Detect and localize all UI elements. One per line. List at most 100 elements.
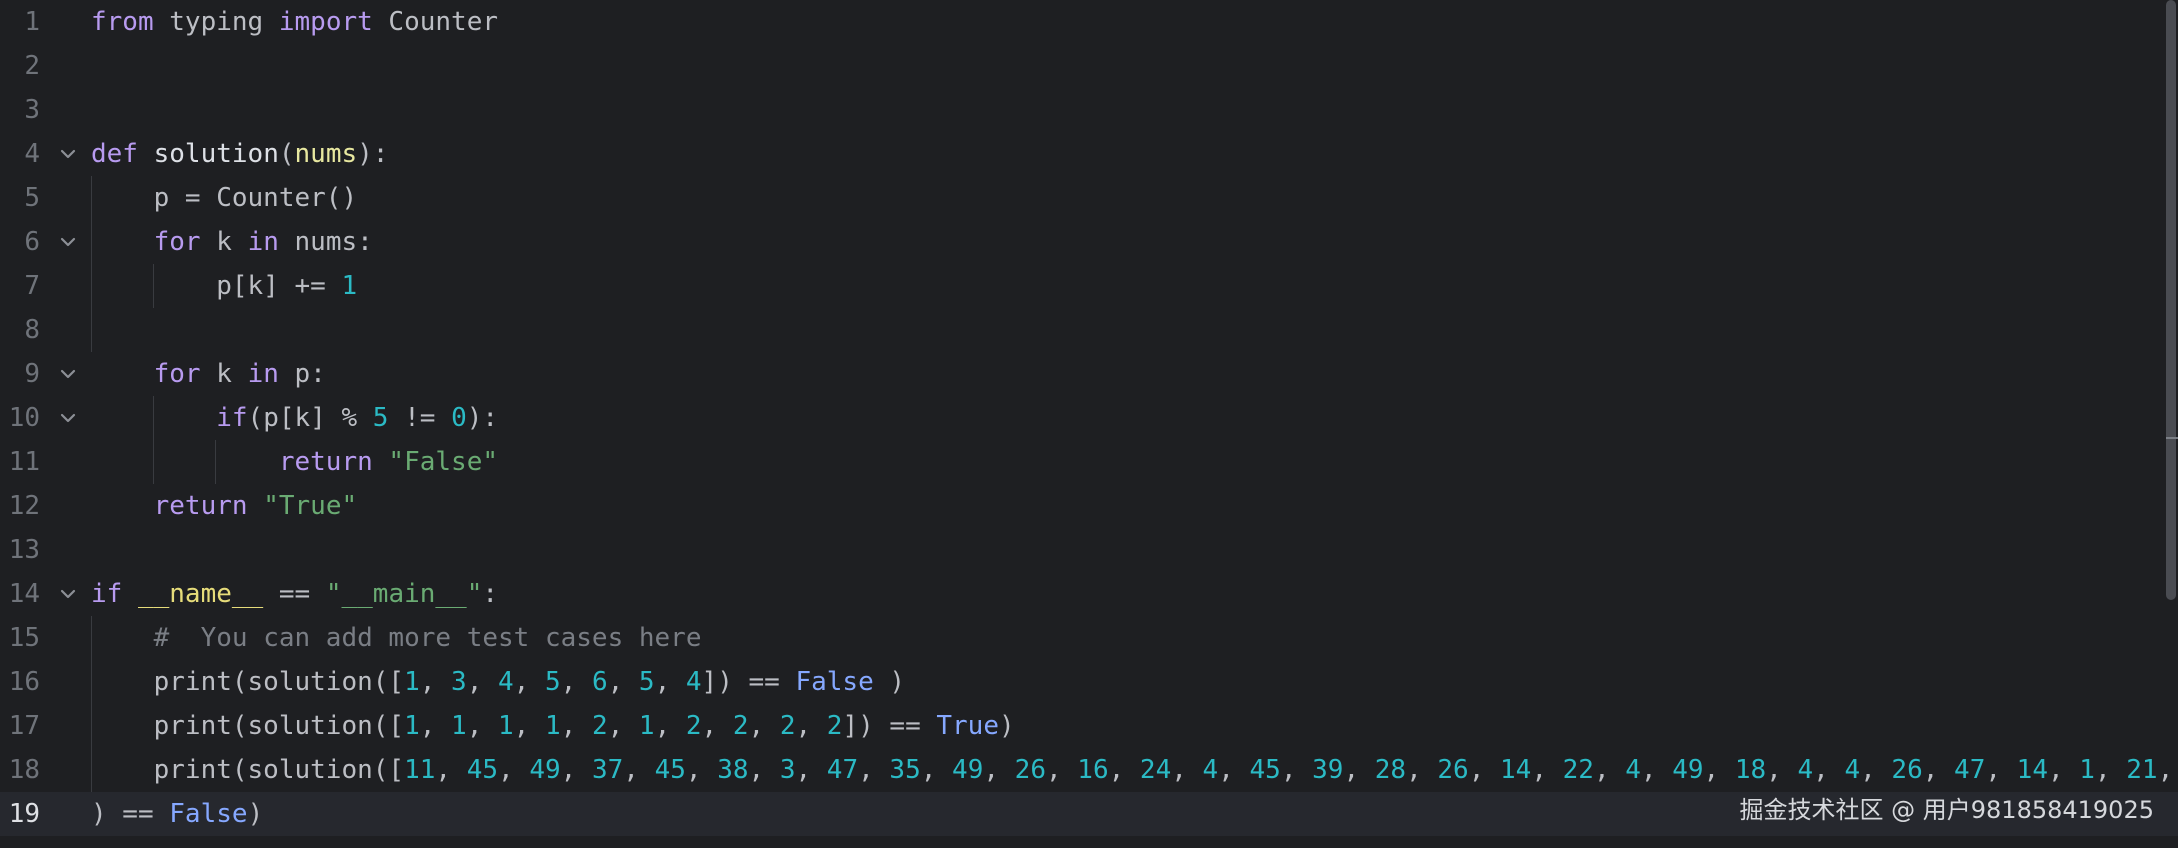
code-token: ) == <box>91 799 170 829</box>
code-token: 3 <box>451 667 467 697</box>
code-line[interactable]: 11 return "False" <box>0 440 2178 484</box>
code-token: ): <box>466 403 499 433</box>
code-token: , <box>513 667 545 697</box>
code-token: 14 <box>2016 755 2048 785</box>
code-line[interactable]: 15 # You can add more test cases here <box>0 616 2178 660</box>
code-token: False <box>169 799 248 829</box>
code-token: ]) == <box>701 667 796 697</box>
code-token: if <box>216 403 248 433</box>
code-token: from <box>91 7 154 37</box>
code-line[interactable]: 10 if(p[k] % 5 != 0): <box>0 396 2178 440</box>
code-token: 1 <box>2079 755 2095 785</box>
code-token: "True" <box>263 491 358 521</box>
code-token: , <box>1593 755 1626 785</box>
fold-chevron-icon[interactable] <box>58 228 78 256</box>
code-line[interactable]: 16 print(solution([1, 3, 4, 5, 6, 5, 4])… <box>0 660 2178 704</box>
code-token: 11 <box>404 755 436 785</box>
code-line[interactable]: 8 <box>0 308 2178 352</box>
code-token: 2 <box>779 711 796 741</box>
line-number: 11 <box>8 447 40 477</box>
line-number: 12 <box>8 491 40 521</box>
code-text[interactable]: if __name__ == "__main__": <box>91 572 498 616</box>
code-line[interactable]: 12 return "True" <box>0 484 2178 528</box>
code-token: 2 <box>591 711 608 741</box>
code-line[interactable]: 9 for k in p: <box>0 352 2178 396</box>
line-number: 19 <box>8 799 40 829</box>
fold-chevron-icon[interactable] <box>58 140 78 168</box>
code-token: 5 <box>544 667 561 697</box>
code-token: , <box>607 711 639 741</box>
code-line[interactable]: 18 print(solution([11, 45, 49, 37, 45, 3… <box>0 748 2178 792</box>
code-text[interactable]: ) == False) <box>91 792 263 836</box>
code-token: p: <box>278 359 326 389</box>
code-line[interactable]: 6 for k in nums: <box>0 220 2178 264</box>
fold-chevron-icon[interactable] <box>58 580 78 608</box>
code-token: 4 <box>498 667 514 697</box>
code-line[interactable]: 3 <box>0 88 2178 132</box>
fold-chevron-icon[interactable] <box>58 404 78 432</box>
code-token: 49 <box>529 755 561 785</box>
code-token: , <box>466 667 499 697</box>
line-number: 9 <box>24 359 40 389</box>
code-token: 4 <box>1625 755 1641 785</box>
code-token: k <box>200 227 248 257</box>
code-line[interactable]: 14 if __name__ == "__main__": <box>0 572 2178 616</box>
code-token: nums: <box>278 227 373 257</box>
code-text[interactable]: # You can add more test cases here <box>91 616 702 660</box>
code-token: , <box>419 667 452 697</box>
code-line[interactable]: 17 print(solution([1, 1, 1, 1, 2, 1, 2, … <box>0 704 2178 748</box>
code-token: 28 <box>1374 755 1407 785</box>
code-token: , <box>1343 755 1375 785</box>
line-number: 7 <box>24 271 40 301</box>
code-token: solution <box>153 139 279 169</box>
code-token: 3 <box>779 755 796 785</box>
code-line[interactable]: 13 <box>0 528 2178 572</box>
scrollbar-thumb[interactable] <box>2166 0 2176 600</box>
code-token: if <box>91 579 123 609</box>
code-text[interactable]: for k in p: <box>91 352 326 396</box>
code-text[interactable]: p = Counter() <box>91 176 358 220</box>
code-token: for <box>153 359 201 389</box>
code-text[interactable]: print(solution([11, 45, 49, 37, 45, 38, … <box>91 748 2174 792</box>
code-line[interactable]: 4 def solution(nums): <box>0 132 2178 176</box>
code-text[interactable]: def solution(nums): <box>91 132 388 176</box>
code-line[interactable]: 2 <box>0 44 2178 88</box>
code-text[interactable]: print(solution([1, 1, 1, 1, 2, 1, 2, 2, … <box>91 704 1015 748</box>
code-token: , <box>795 755 827 785</box>
line-number: 10 <box>8 403 40 433</box>
code-token: , <box>920 755 953 785</box>
code-token: 2 <box>826 711 843 741</box>
code-token: ): <box>357 139 389 169</box>
code-token: 1 <box>404 711 420 741</box>
code-token: ) <box>247 799 264 829</box>
code-token: 49 <box>952 755 984 785</box>
code-line[interactable]: 7 p[k] += 1 <box>0 264 2178 308</box>
code-token: nums <box>294 139 358 169</box>
code-token: typing <box>153 7 279 37</box>
code-line[interactable]: 1 from typing import Counter <box>0 0 2178 44</box>
code-token: 49 <box>1672 755 1704 785</box>
code-text[interactable]: p[k] += 1 <box>91 264 357 308</box>
code-token: 4 <box>1797 755 1814 785</box>
code-text[interactable]: return "False" <box>91 440 498 484</box>
code-text[interactable]: print(solution([1, 3, 4, 5, 6, 5, 4]) ==… <box>91 660 905 704</box>
code-text[interactable]: if(p[k] % 5 != 0): <box>91 396 498 440</box>
code-line[interactable]: 5 p = Counter() <box>0 176 2178 220</box>
code-token: print(solution([ <box>91 755 405 785</box>
code-token: , <box>1280 755 1313 785</box>
code-token: ( <box>278 139 295 169</box>
fold-chevron-icon[interactable] <box>58 360 78 388</box>
line-number: 18 <box>8 755 40 785</box>
code-token: , <box>623 755 655 785</box>
line-number: 4 <box>24 139 40 169</box>
code-editor[interactable]: 1 from typing import Counter 2 3 4 def soluti… <box>0 0 2178 848</box>
vertical-scrollbar[interactable] <box>2164 0 2178 848</box>
code-text[interactable]: for k in nums: <box>91 220 373 264</box>
code-token: 35 <box>889 755 921 785</box>
code-text[interactable]: return "True" <box>91 484 358 528</box>
line-number: 17 <box>8 711 40 741</box>
code-token: for <box>153 227 201 257</box>
code-text[interactable]: from typing import Counter <box>91 0 498 44</box>
